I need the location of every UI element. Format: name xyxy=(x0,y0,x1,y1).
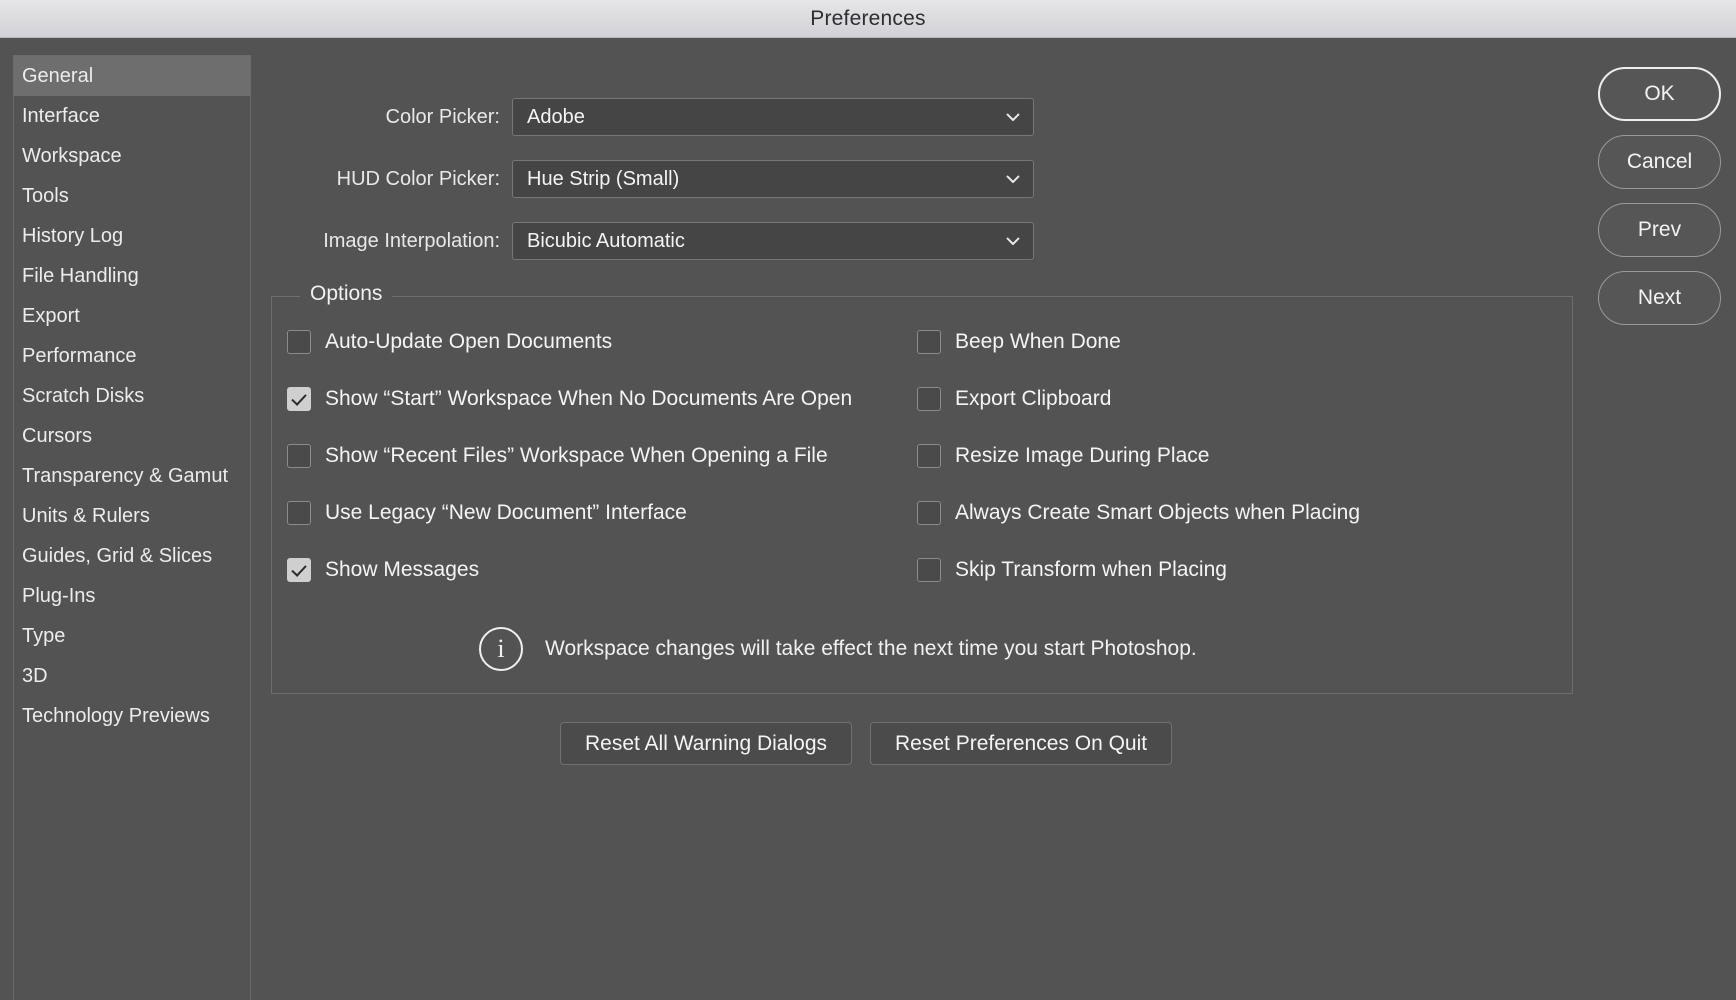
reset-button-label: Reset Preferences On Quit xyxy=(895,731,1148,755)
sidebar-item-performance[interactable]: Performance xyxy=(14,336,250,376)
checkbox-label: Show “Recent Files” Workspace When Openi… xyxy=(325,444,828,467)
checkbox-row[interactable]: Always Create Smart Objects when Placing xyxy=(917,501,1360,525)
sidebar-item-label: Cursors xyxy=(22,425,93,447)
checkbox-label: Use Legacy “New Document” Interface xyxy=(325,501,687,524)
field-label: Image Interpolation: xyxy=(323,229,500,252)
reset-button-2[interactable]: Reset Preferences On Quit xyxy=(870,722,1173,765)
action-button-label: OK xyxy=(1644,82,1675,105)
sidebar-item-cursors[interactable]: Cursors xyxy=(14,416,250,456)
chevron-down-icon xyxy=(1006,175,1020,183)
checkbox-row[interactable]: Use Legacy “New Document” Interface xyxy=(287,501,687,525)
action-button-label: Next xyxy=(1637,286,1682,309)
sidebar-item-scratch-disks[interactable]: Scratch Disks xyxy=(14,376,250,416)
checkbox-label: Show “Start” Workspace When No Documents… xyxy=(325,387,853,410)
checkbox-row[interactable]: Beep When Done xyxy=(917,330,1121,354)
checkbox-label: Always Create Smart Objects when Placing xyxy=(955,501,1360,524)
checkbox-unchecked-icon[interactable] xyxy=(917,501,941,525)
checkbox-unchecked-icon[interactable] xyxy=(287,501,311,525)
sidebar-item-label: Plug-Ins xyxy=(22,585,96,607)
dropdown-value: Bicubic Automatic xyxy=(527,229,685,252)
sidebar-item-3d[interactable]: 3D xyxy=(14,656,250,696)
reset-button-1[interactable]: Reset All Warning Dialogs xyxy=(560,722,852,765)
dialog-action-buttons: OK Cancel Prev Next xyxy=(1598,67,1721,325)
checkbox-unchecked-icon[interactable] xyxy=(917,387,941,411)
checkbox-label: Export Clipboard xyxy=(955,387,1112,410)
reset-button-label: Reset All Warning Dialogs xyxy=(585,731,827,755)
sidebar-item-label: Units & Rulers xyxy=(22,505,150,527)
checkbox-row[interactable]: Auto-Update Open Documents xyxy=(287,330,612,354)
workspace-restart-note-text: Workspace changes will take effect the n… xyxy=(545,637,1197,660)
sidebar-item-label: General xyxy=(22,65,94,87)
checkbox-row[interactable]: Skip Transform when Placing xyxy=(917,558,1227,582)
sidebar-item-label: Type xyxy=(22,625,66,647)
field-label: HUD Color Picker: xyxy=(336,167,500,190)
sidebar-item-label: Technology Previews xyxy=(22,705,210,727)
sidebar-item-general[interactable]: General xyxy=(14,56,250,96)
sidebar-item-label: 3D xyxy=(22,665,48,687)
checkbox-unchecked-icon[interactable] xyxy=(287,330,311,354)
dropdown-image-interpolation[interactable]: Bicubic Automatic xyxy=(512,222,1034,260)
options-group-legend: Options xyxy=(300,282,393,306)
checkbox-label: Show Messages xyxy=(325,558,480,581)
dropdown-value: Hue Strip (Small) xyxy=(527,167,680,190)
checkbox-label: Resize Image During Place xyxy=(955,444,1210,467)
checkbox-unchecked-icon[interactable] xyxy=(287,444,311,468)
sidebar-item-technology-previews[interactable]: Technology Previews xyxy=(14,696,250,736)
chevron-down-icon xyxy=(1006,237,1020,245)
reset-button-row: Reset All Warning Dialogs Reset Preferenc… xyxy=(560,722,1173,765)
sidebar-item-file-handling[interactable]: File Handling xyxy=(14,256,250,296)
sidebar-item-label: Performance xyxy=(22,345,137,367)
dropdown-value: Adobe xyxy=(527,105,585,128)
checkbox-row[interactable]: Show Messages xyxy=(287,558,479,582)
checkbox-unchecked-icon[interactable] xyxy=(917,558,941,582)
field-row: Color Picker: Adobe xyxy=(0,98,1034,136)
preferences-dialog-body: General Interface Workspace Tools History Lo… xyxy=(0,39,1736,1000)
sidebar-item-type[interactable]: Type xyxy=(14,616,250,656)
sidebar-item-export[interactable]: Export xyxy=(14,296,250,336)
checkbox-label: Skip Transform when Placing xyxy=(955,558,1227,581)
dropdown-hud-color-picker[interactable]: Hue Strip (Small) xyxy=(512,160,1034,198)
checkbox-label: Auto-Update Open Documents xyxy=(325,330,613,353)
sidebar-item-label: File Handling xyxy=(22,265,139,287)
workspace-restart-note: i Workspace changes will take effect the… xyxy=(479,627,1197,671)
cancel-button[interactable]: Cancel xyxy=(1598,135,1721,189)
ok-button[interactable]: OK xyxy=(1598,67,1721,121)
sidebar-item-units-rulers[interactable]: Units & Rulers xyxy=(14,496,250,536)
next-button[interactable]: Next xyxy=(1598,271,1721,325)
checkbox-checked-icon[interactable] xyxy=(287,387,311,411)
sidebar-item-guides-grid-slices[interactable]: Guides, Grid & Slices xyxy=(14,536,250,576)
dialog-title: Preferences xyxy=(810,7,926,30)
checkbox-unchecked-icon[interactable] xyxy=(917,330,941,354)
checkbox-row[interactable]: Show “Start” Workspace When No Documents… xyxy=(287,387,852,411)
checkbox-row[interactable]: Resize Image During Place xyxy=(917,444,1209,468)
dialog-titlebar: Preferences xyxy=(0,0,1736,38)
sidebar-item-plug-ins[interactable]: Plug-Ins xyxy=(14,576,250,616)
checkbox-unchecked-icon[interactable] xyxy=(917,444,941,468)
checkbox-checked-icon[interactable] xyxy=(287,558,311,582)
sidebar-item-label: Scratch Disks xyxy=(22,385,145,407)
prev-button[interactable]: Prev xyxy=(1598,203,1721,257)
field-label: Color Picker: xyxy=(385,105,500,128)
dropdown-color-picker[interactable]: Adobe xyxy=(512,98,1034,136)
checkbox-label: Beep When Done xyxy=(955,330,1121,353)
sidebar-item-label: Export xyxy=(22,305,80,327)
checkbox-row[interactable]: Show “Recent Files” Workspace When Openi… xyxy=(287,444,828,468)
chevron-down-icon xyxy=(1006,113,1020,121)
sidebar-item-transparency-gamut[interactable]: Transparency & Gamut xyxy=(14,456,250,496)
field-row: HUD Color Picker: Hue Strip (Small) xyxy=(0,160,1034,198)
action-button-label: Cancel xyxy=(1626,150,1693,173)
sidebar-item-label: Transparency & Gamut xyxy=(22,465,229,487)
sidebar-item-label: Guides, Grid & Slices xyxy=(22,545,213,567)
info-circle-icon: i xyxy=(479,627,523,671)
checkbox-row[interactable]: Export Clipboard xyxy=(917,387,1111,411)
field-row: Image Interpolation: Bicubic Automatic xyxy=(0,222,1034,260)
action-button-label: Prev xyxy=(1637,218,1682,241)
